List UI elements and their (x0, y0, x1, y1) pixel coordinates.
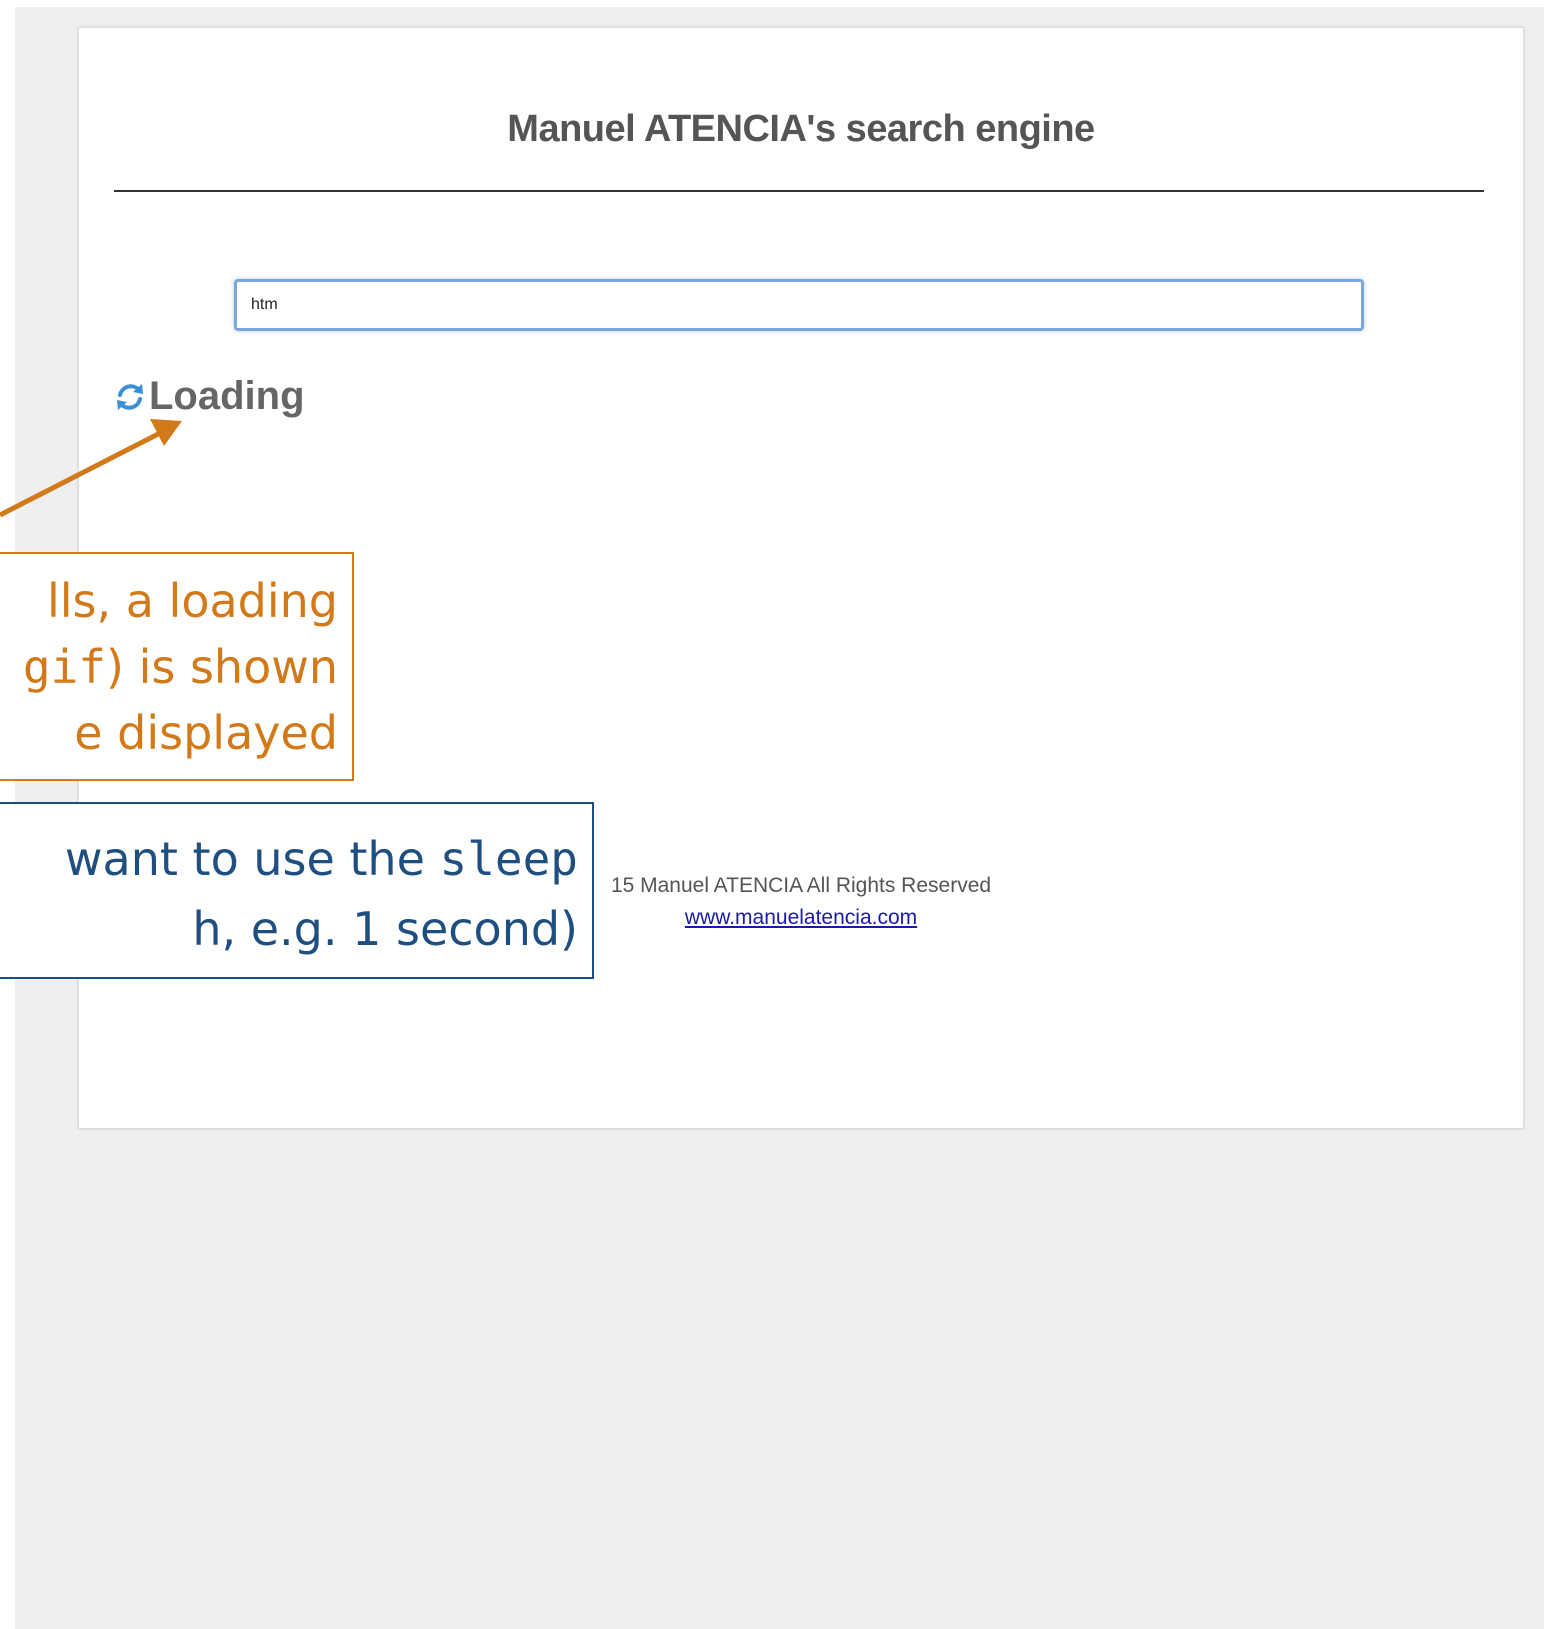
annotation-blue-text: want to use the (64, 832, 440, 886)
search-input[interactable] (234, 279, 1364, 331)
annotation-callout-blue: want to use the sleep h, e.g. 1 second) (0, 802, 594, 979)
page-title: Manuel ATENCIA's search engine (507, 108, 1095, 150)
annotation-orange-line-1: lls, a loading (46, 574, 338, 628)
annotation-orange-code: gif (22, 640, 107, 694)
annotation-blue-line-1: want to use the sleep (65, 824, 578, 894)
annotation-callout-orange: lls, a loading gif) is shown e displayed (0, 552, 354, 781)
loading-indicator: Loading (113, 374, 305, 419)
title-divider (114, 190, 1484, 192)
annotation-blue-code: sleep (439, 832, 578, 886)
annotation-orange-text: ) is shown (106, 640, 338, 694)
footer-website-link[interactable]: www.manuelatencia.com (685, 906, 917, 929)
annotation-orange-line-2: gif) is shown (23, 634, 338, 700)
refresh-spinner-icon (117, 383, 143, 410)
loading-label: Loading (149, 374, 305, 418)
annotation-orange-line-3: e displayed (74, 706, 338, 760)
annotation-blue-line-2: h, e.g. 1 second) (192, 902, 578, 956)
